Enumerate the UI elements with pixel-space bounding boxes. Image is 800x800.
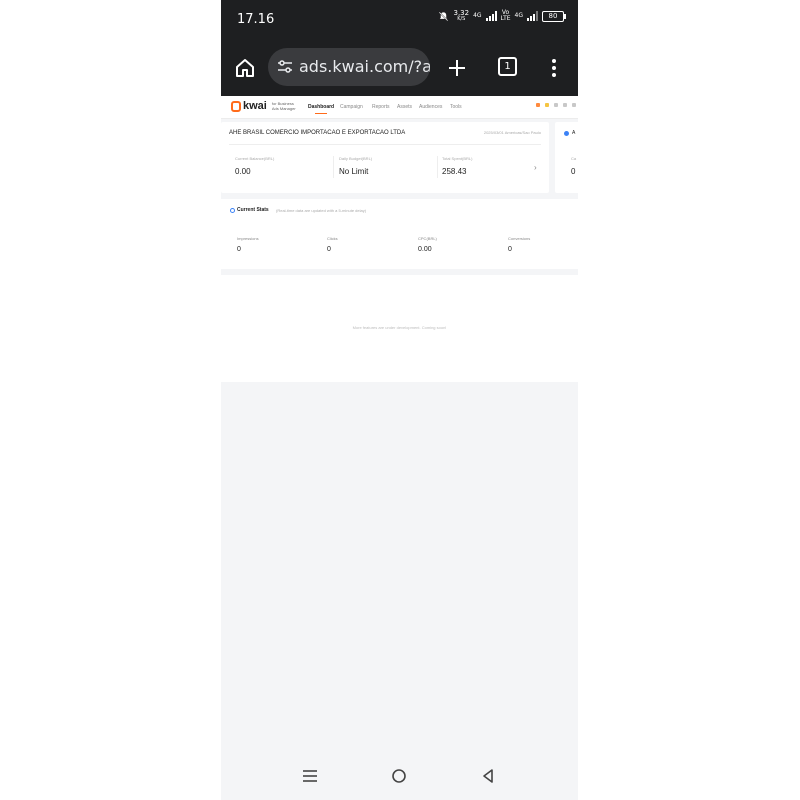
account-card: AHE BRASIL COMERCIO IMPORTACAO E EXPORTA… (221, 122, 549, 193)
more-vert-icon[interactable] (550, 57, 558, 79)
back-icon[interactable] (479, 767, 497, 785)
network-speed: 3,32 K/S (453, 10, 469, 22)
current-stats-card: Current Stats (Real-time data are update… (221, 199, 578, 269)
browser-toolbar: ads.kwai.com/?ac 1 (221, 40, 578, 96)
stats-title: Current Stats (237, 207, 269, 213)
coming-soon-card: More features are under development. Com… (221, 275, 578, 382)
stat-label: CPC(BRL) (418, 236, 437, 241)
stats-subtitle: (Real-time data are updated with a 5-min… (276, 208, 367, 213)
metric-label: Current Balance(BRL) (235, 156, 275, 161)
star-icon[interactable] (545, 103, 549, 107)
coming-soon-text: More features are under development. Com… (352, 325, 447, 330)
stat-label: Impressions (237, 236, 259, 241)
metric-balance: Current Balance(BRL) 0.00 (235, 156, 274, 176)
logo-text: kwai (243, 100, 267, 112)
logo-sub-2: Ads Manager (271, 106, 296, 111)
metric-value: No Limit (339, 167, 369, 176)
network-type-1: 4G (473, 12, 482, 19)
metric-value: 0.00 (235, 167, 251, 176)
site-settings-icon[interactable] (277, 60, 293, 74)
partial-card-label: A (572, 130, 576, 136)
speed-unit: K/S (457, 16, 466, 22)
tab-audiences[interactable]: Audiences (419, 104, 442, 110)
partial-card-value: 0 (571, 167, 576, 176)
card-divider (229, 144, 541, 145)
recents-icon[interactable] (301, 767, 319, 785)
stat-impressions: Impressions 0 (237, 236, 259, 253)
stat-value: 0 (508, 246, 512, 253)
metric-divider (437, 156, 438, 178)
metric-divider (333, 156, 334, 178)
network-type-2: 4G (514, 12, 523, 19)
status-time: 17.16 (237, 12, 275, 27)
metric-daily-budget: Daily Budget(BRL) No Limit (339, 156, 372, 176)
account-name: AHE BRASIL COMERCIO IMPORTACAO E EXPORTA… (229, 130, 406, 136)
stat-cpc: CPC(BRL) 0.00 (418, 236, 437, 253)
stat-value: 0 (237, 246, 241, 253)
message-icon[interactable] (563, 103, 567, 107)
battery-icon: 80 (542, 10, 566, 22)
nav-icon-group (536, 103, 576, 107)
account-meta: 2025/03/01 Americas/Sao Paulo (483, 130, 541, 135)
help-icon[interactable] (554, 103, 558, 107)
tab-assets[interactable]: Assets (397, 104, 412, 110)
stat-value: 0.00 (418, 246, 432, 253)
tab-tools[interactable]: Tools (450, 104, 462, 110)
status-icons: 3,32 K/S 4G Vo LTE 4G 80 (438, 10, 566, 22)
stat-label: Clicks (327, 236, 338, 241)
signal-icon-2 (527, 11, 538, 21)
bell-muted-icon (439, 11, 449, 21)
stat-clicks: Clicks 0 (327, 236, 338, 253)
volte-bottom: LTE (500, 15, 511, 22)
metric-label: Daily Budget(BRL) (339, 156, 373, 161)
menu-icon[interactable] (572, 103, 576, 107)
phone-screen: 17.16 3,32 K/S 4G Vo LTE 4G 80 ads.kwai.… (221, 0, 578, 800)
partial-card: A Ca 0 (555, 122, 578, 193)
stat-label: Conversions (508, 236, 531, 241)
tab-reports[interactable]: Reports (372, 104, 390, 110)
tab-campaign[interactable]: Campaign (340, 104, 363, 110)
chevron-right-icon[interactable]: › (534, 163, 537, 172)
metric-value: 258.43 (442, 167, 467, 176)
kwai-logo-icon (231, 100, 241, 112)
signal-icon (485, 11, 497, 21)
home-icon[interactable] (234, 57, 256, 79)
partial-card-metric: Ca (571, 156, 577, 161)
status-bar: 17.16 3,32 K/S 4G Vo LTE 4G 80 (221, 0, 578, 40)
metric-total-spent: Total Spent(BRL) 258.43 (442, 156, 472, 176)
card-icon (564, 131, 569, 136)
ads-top-nav: kwai for Business Ads Manager Dashboard … (221, 96, 578, 119)
logo-subtitle: for Business Ads Manager (269, 101, 296, 111)
stat-conversions: Conversions 0 (508, 236, 530, 253)
url-bar[interactable]: ads.kwai.com/?ac (268, 48, 430, 86)
new-tab-icon[interactable] (447, 58, 467, 78)
tabs-icon[interactable]: 1 (498, 57, 517, 76)
tab-dashboard[interactable]: Dashboard (308, 104, 334, 114)
url-text: ads.kwai.com/?ac (299, 57, 430, 76)
stats-icon (230, 208, 235, 213)
home-circle-icon[interactable] (390, 767, 408, 785)
stat-value: 0 (327, 246, 331, 253)
kwai-logo[interactable]: kwai for Business Ads Manager (231, 100, 296, 112)
volte-label: Vo LTE (501, 10, 511, 22)
system-nav-bar (221, 750, 578, 800)
notification-icon[interactable] (536, 103, 540, 107)
webpage: kwai for Business Ads Manager Dashboard … (221, 96, 578, 750)
metric-label: Total Spent(BRL) (442, 156, 473, 161)
